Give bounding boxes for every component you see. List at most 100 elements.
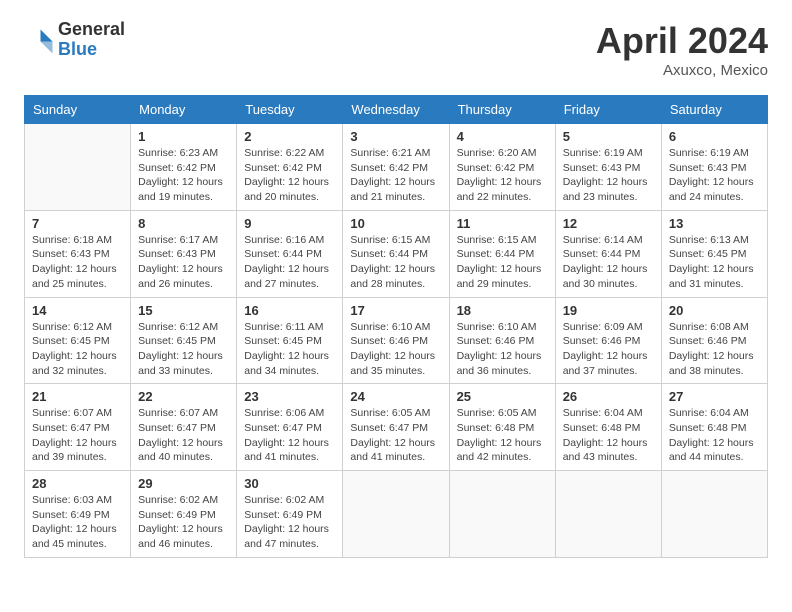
calendar-cell: 9 Sunrise: 6:16 AMSunset: 6:44 PMDaylight… — [237, 210, 343, 297]
weekday-header-wednesday: Wednesday — [343, 96, 449, 124]
day-number: 8 — [138, 216, 229, 231]
day-number: 9 — [244, 216, 335, 231]
day-number: 3 — [350, 129, 441, 144]
day-info: Sunrise: 6:20 AMSunset: 6:42 PMDaylight:… — [457, 146, 548, 205]
calendar-cell: 21 Sunrise: 6:07 AMSunset: 6:47 PMDayligh… — [25, 384, 131, 471]
day-number: 24 — [350, 389, 441, 404]
day-info: Sunrise: 6:06 AMSunset: 6:47 PMDaylight:… — [244, 406, 335, 465]
day-number: 12 — [563, 216, 654, 231]
calendar-cell: 28 Sunrise: 6:03 AMSunset: 6:49 PMDayligh… — [25, 471, 131, 558]
day-number: 22 — [138, 389, 229, 404]
calendar-cell: 23Sunrise: 6:06 AMSunset: 6:47 PMDayligh… — [237, 384, 343, 471]
day-info: Sunrise: 6:07 AMSunset: 6:47 PMDaylight:… — [138, 406, 229, 465]
logo-text: General Blue — [58, 20, 125, 60]
calendar-cell: 13Sunrise: 6:13 AMSunset: 6:45 PMDayligh… — [661, 210, 767, 297]
calendar-cell: 16Sunrise: 6:11 AMSunset: 6:45 PMDayligh… — [237, 297, 343, 384]
day-info: Sunrise: 6:02 AMSunset: 6:49 PMDaylight:… — [244, 493, 335, 552]
calendar-cell: 8 Sunrise: 6:17 AMSunset: 6:43 PMDaylight… — [131, 210, 237, 297]
calendar-cell: 20Sunrise: 6:08 AMSunset: 6:46 PMDayligh… — [661, 297, 767, 384]
calendar-cell — [661, 471, 767, 558]
calendar-cell — [555, 471, 661, 558]
day-info: Sunrise: 6:04 AMSunset: 6:48 PMDaylight:… — [563, 406, 654, 465]
day-info: Sunrise: 6:19 AMSunset: 6:43 PMDaylight:… — [669, 146, 760, 205]
calendar-cell: 26 Sunrise: 6:04 AMSunset: 6:48 PMDayligh… — [555, 384, 661, 471]
calendar-cell: 30 Sunrise: 6:02 AMSunset: 6:49 PMDayligh… — [237, 471, 343, 558]
day-number: 18 — [457, 303, 548, 318]
calendar-cell: 19 Sunrise: 6:09 AMSunset: 6:46 PMDayligh… — [555, 297, 661, 384]
weekday-header-thursday: Thursday — [449, 96, 555, 124]
day-info: Sunrise: 6:21 AMSunset: 6:42 PMDaylight:… — [350, 146, 441, 205]
day-info: Sunrise: 6:22 AMSunset: 6:42 PMDaylight:… — [244, 146, 335, 205]
logo-blue-text: Blue — [58, 40, 125, 60]
calendar-cell: 1Sunrise: 6:23 AMSunset: 6:42 PMDaylight… — [131, 124, 237, 211]
week-row-1: 1Sunrise: 6:23 AMSunset: 6:42 PMDaylight… — [25, 124, 768, 211]
logo: General Blue — [24, 20, 125, 60]
day-info: Sunrise: 6:14 AMSunset: 6:44 PMDaylight:… — [563, 233, 654, 292]
day-info: Sunrise: 6:08 AMSunset: 6:46 PMDaylight:… — [669, 320, 760, 379]
day-info: Sunrise: 6:03 AMSunset: 6:49 PMDaylight:… — [32, 493, 123, 552]
day-number: 6 — [669, 129, 760, 144]
weekday-header-row: SundayMondayTuesdayWednesdayThursdayFrid… — [25, 96, 768, 124]
day-number: 28 — [32, 476, 123, 491]
day-info: Sunrise: 6:12 AMSunset: 6:45 PMDaylight:… — [32, 320, 123, 379]
day-number: 26 — [563, 389, 654, 404]
day-info: Sunrise: 6:05 AMSunset: 6:48 PMDaylight:… — [457, 406, 548, 465]
day-info: Sunrise: 6:18 AMSunset: 6:43 PMDaylight:… — [32, 233, 123, 292]
day-number: 17 — [350, 303, 441, 318]
day-number: 5 — [563, 129, 654, 144]
calendar-cell: 22 Sunrise: 6:07 AMSunset: 6:47 PMDayligh… — [131, 384, 237, 471]
calendar-cell: 4Sunrise: 6:20 AMSunset: 6:42 PMDaylight… — [449, 124, 555, 211]
day-info: Sunrise: 6:17 AMSunset: 6:43 PMDaylight:… — [138, 233, 229, 292]
calendar-cell — [343, 471, 449, 558]
calendar-cell: 2 Sunrise: 6:22 AMSunset: 6:42 PMDaylight… — [237, 124, 343, 211]
day-info: Sunrise: 6:15 AMSunset: 6:44 PMDaylight:… — [350, 233, 441, 292]
calendar-cell: 10 Sunrise: 6:15 AMSunset: 6:44 PMDayligh… — [343, 210, 449, 297]
day-info: Sunrise: 6:15 AMSunset: 6:44 PMDaylight:… — [457, 233, 548, 292]
calendar-cell: 5Sunrise: 6:19 AMSunset: 6:43 PMDaylight… — [555, 124, 661, 211]
day-info: Sunrise: 6:13 AMSunset: 6:45 PMDaylight:… — [669, 233, 760, 292]
weekday-header-saturday: Saturday — [661, 96, 767, 124]
day-number: 11 — [457, 216, 548, 231]
calendar-cell: 14 Sunrise: 6:12 AMSunset: 6:45 PMDayligh… — [25, 297, 131, 384]
calendar-location: Axuxco, Mexico — [596, 62, 768, 79]
day-number: 30 — [244, 476, 335, 491]
day-info: Sunrise: 6:23 AMSunset: 6:42 PMDaylight:… — [138, 146, 229, 205]
week-row-2: 7 Sunrise: 6:18 AMSunset: 6:43 PMDaylight… — [25, 210, 768, 297]
day-number: 2 — [244, 129, 335, 144]
day-info: Sunrise: 6:07 AMSunset: 6:47 PMDaylight:… — [32, 406, 123, 465]
day-number: 27 — [669, 389, 760, 404]
day-info: Sunrise: 6:16 AMSunset: 6:44 PMDaylight:… — [244, 233, 335, 292]
day-info: Sunrise: 6:10 AMSunset: 6:46 PMDaylight:… — [457, 320, 548, 379]
day-info: Sunrise: 6:02 AMSunset: 6:49 PMDaylight:… — [138, 493, 229, 552]
calendar-cell: 27 Sunrise: 6:04 AMSunset: 6:48 PMDayligh… — [661, 384, 767, 471]
day-info: Sunrise: 6:11 AMSunset: 6:45 PMDaylight:… — [244, 320, 335, 379]
day-number: 14 — [32, 303, 123, 318]
page-header: General Blue April 2024 Axuxco, Mexico — [24, 20, 768, 79]
calendar-title: April 2024 — [596, 20, 768, 62]
day-number: 21 — [32, 389, 123, 404]
day-number: 19 — [563, 303, 654, 318]
logo-icon — [24, 25, 54, 55]
weekday-header-sunday: Sunday — [25, 96, 131, 124]
day-number: 25 — [457, 389, 548, 404]
day-info: Sunrise: 6:04 AMSunset: 6:48 PMDaylight:… — [669, 406, 760, 465]
calendar-cell: 25 Sunrise: 6:05 AMSunset: 6:48 PMDayligh… — [449, 384, 555, 471]
logo-general-text: General — [58, 20, 125, 40]
week-row-4: 21 Sunrise: 6:07 AMSunset: 6:47 PMDayligh… — [25, 384, 768, 471]
calendar-cell: 17 Sunrise: 6:10 AMSunset: 6:46 PMDayligh… — [343, 297, 449, 384]
title-block: April 2024 Axuxco, Mexico — [596, 20, 768, 79]
calendar-table: SundayMondayTuesdayWednesdayThursdayFrid… — [24, 95, 768, 558]
weekday-header-friday: Friday — [555, 96, 661, 124]
week-row-5: 28 Sunrise: 6:03 AMSunset: 6:49 PMDayligh… — [25, 471, 768, 558]
calendar-cell — [25, 124, 131, 211]
day-info: Sunrise: 6:10 AMSunset: 6:46 PMDaylight:… — [350, 320, 441, 379]
calendar-cell: 15Sunrise: 6:12 AMSunset: 6:45 PMDayligh… — [131, 297, 237, 384]
calendar-cell: 7 Sunrise: 6:18 AMSunset: 6:43 PMDaylight… — [25, 210, 131, 297]
day-info: Sunrise: 6:09 AMSunset: 6:46 PMDaylight:… — [563, 320, 654, 379]
week-row-3: 14 Sunrise: 6:12 AMSunset: 6:45 PMDayligh… — [25, 297, 768, 384]
day-number: 15 — [138, 303, 229, 318]
calendar-cell: 12 Sunrise: 6:14 AMSunset: 6:44 PMDayligh… — [555, 210, 661, 297]
day-number: 7 — [32, 216, 123, 231]
day-number: 10 — [350, 216, 441, 231]
weekday-header-tuesday: Tuesday — [237, 96, 343, 124]
